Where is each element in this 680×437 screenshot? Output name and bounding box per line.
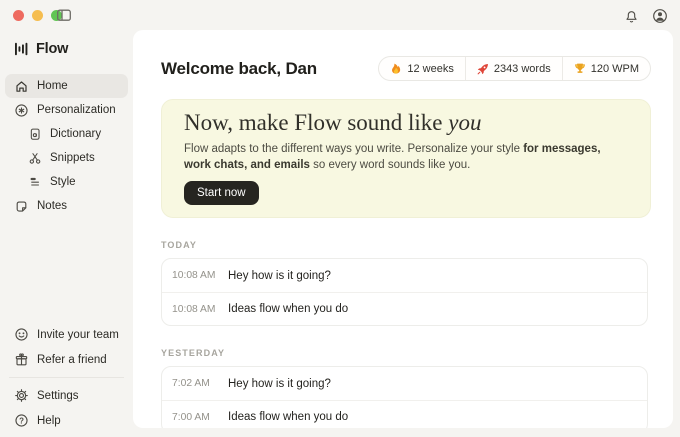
window-titlebar [0,0,680,30]
banner-description: Flow adapts to the different ways you wr… [184,142,628,173]
sidebar-item-label: Dictionary [50,128,101,140]
help-icon: ? [14,413,29,428]
sidebar-item-refer-a-friend[interactable]: Refer a friend [5,347,128,372]
notes-icon [14,199,29,214]
sidebar-item-label: Settings [37,390,79,402]
sidebar-nav: Home Personalization Dictionary Snippe [0,74,133,218]
traffic-lights [13,10,62,21]
section-label-today: TODAY [161,240,645,250]
transcript-row[interactable]: 10:08 AM Hey how is it going? [162,259,647,292]
close-window-button[interactable] [13,10,24,21]
gear-icon [14,388,29,403]
sidebar-item-label: Help [37,415,61,427]
transcript-text: Hey how is it going? [228,270,331,282]
transcript-time: 10:08 AM [172,270,220,281]
svg-text:?: ? [19,416,24,425]
sidebar-item-personalization[interactable]: Personalization [5,98,128,122]
trophy-icon [574,62,586,75]
words-badge-label: 2343 words [494,63,551,75]
transcript-time: 7:02 AM [172,378,220,389]
transcript-row[interactable]: 7:02 AM Hey how is it going? [162,367,647,400]
flame-icon [390,62,402,75]
sidebar-item-label: Notes [37,200,67,212]
transcript-row[interactable]: 10:08 AM Ideas flow when you do [162,292,647,325]
transcript-text: Hey how is it going? [228,378,331,390]
start-now-button[interactable]: Start now [184,181,259,205]
streak-badge-label: 12 weeks [407,63,453,75]
snippets-icon [28,151,42,165]
transcript-text: Ideas flow when you do [228,303,348,315]
minimize-window-button[interactable] [32,10,43,21]
rocket-icon [477,63,489,75]
home-icon [14,79,29,94]
wpm-badge-label: 120 WPM [591,63,639,75]
today-transcripts-card: 10:08 AM Hey how is it going? 10:08 AM I… [161,258,648,326]
banner-title-emphasis: you [448,110,481,135]
sidebar: Flow Home Personalization Dictionary [0,30,133,437]
transcript-time: 10:08 AM [172,304,220,315]
words-badge: 2343 words [465,57,562,80]
personalization-banner: Now, make Flow sound like you Flow adapt… [161,99,651,218]
gift-icon [14,352,29,367]
sidebar-footer: Invite your team Refer a friend Settings [0,322,133,437]
app-name: Flow [36,41,68,57]
main-content-panel: Welcome back, Dan 12 weeks 2343 words [133,30,673,428]
stats-badges: 12 weeks 2343 words 120 WPM [378,56,651,81]
banner-title-text: Now, make Flow sound like [184,110,448,135]
yesterday-transcripts-card: 7:02 AM Hey how is it going? 7:00 AM Ide… [161,366,648,428]
transcript-time: 7:00 AM [172,412,220,423]
smiley-icon [14,327,29,342]
wpm-badge: 120 WPM [562,57,650,80]
style-icon [28,175,42,189]
notifications-bell-icon[interactable] [624,9,639,24]
section-label-yesterday: YESTERDAY [161,348,645,358]
transcript-text: Ideas flow when you do [228,411,348,423]
sidebar-item-label: Invite your team [37,329,119,341]
personalization-icon [14,103,29,118]
sidebar-item-label: Home [37,80,68,92]
sidebar-toggle-icon[interactable] [56,7,72,23]
sidebar-divider [9,377,124,378]
app-logo: Flow [14,39,133,59]
banner-title: Now, make Flow sound like you [184,110,628,136]
sidebar-item-label: Personalization [37,104,116,116]
sidebar-item-style[interactable]: Style [5,170,128,194]
sidebar-item-label: Refer a friend [37,354,107,366]
sidebar-item-home[interactable]: Home [5,74,128,98]
sidebar-item-notes[interactable]: Notes [5,194,128,218]
main-header: Welcome back, Dan 12 weeks 2343 words [133,30,673,81]
sidebar-item-help[interactable]: ? Help [5,408,128,433]
sidebar-item-snippets[interactable]: Snippets [5,146,128,170]
banner-description-start: Flow adapts to the different ways you wr… [184,143,523,155]
sidebar-item-settings[interactable]: Settings [5,383,128,408]
sidebar-item-invite-your-team[interactable]: Invite your team [5,322,128,347]
sidebar-item-dictionary[interactable]: Dictionary [5,122,128,146]
sidebar-item-label: Style [50,176,76,188]
dictionary-icon [28,127,42,141]
account-avatar-icon[interactable] [652,8,668,24]
sidebar-item-label: Snippets [50,152,95,164]
streak-badge: 12 weeks [379,57,464,80]
flow-waveform-icon [14,41,30,57]
transcript-row[interactable]: 7:00 AM Ideas flow when you do [162,400,647,428]
page-title: Welcome back, Dan [161,59,317,79]
banner-description-end: so every word sounds like you. [310,159,470,171]
